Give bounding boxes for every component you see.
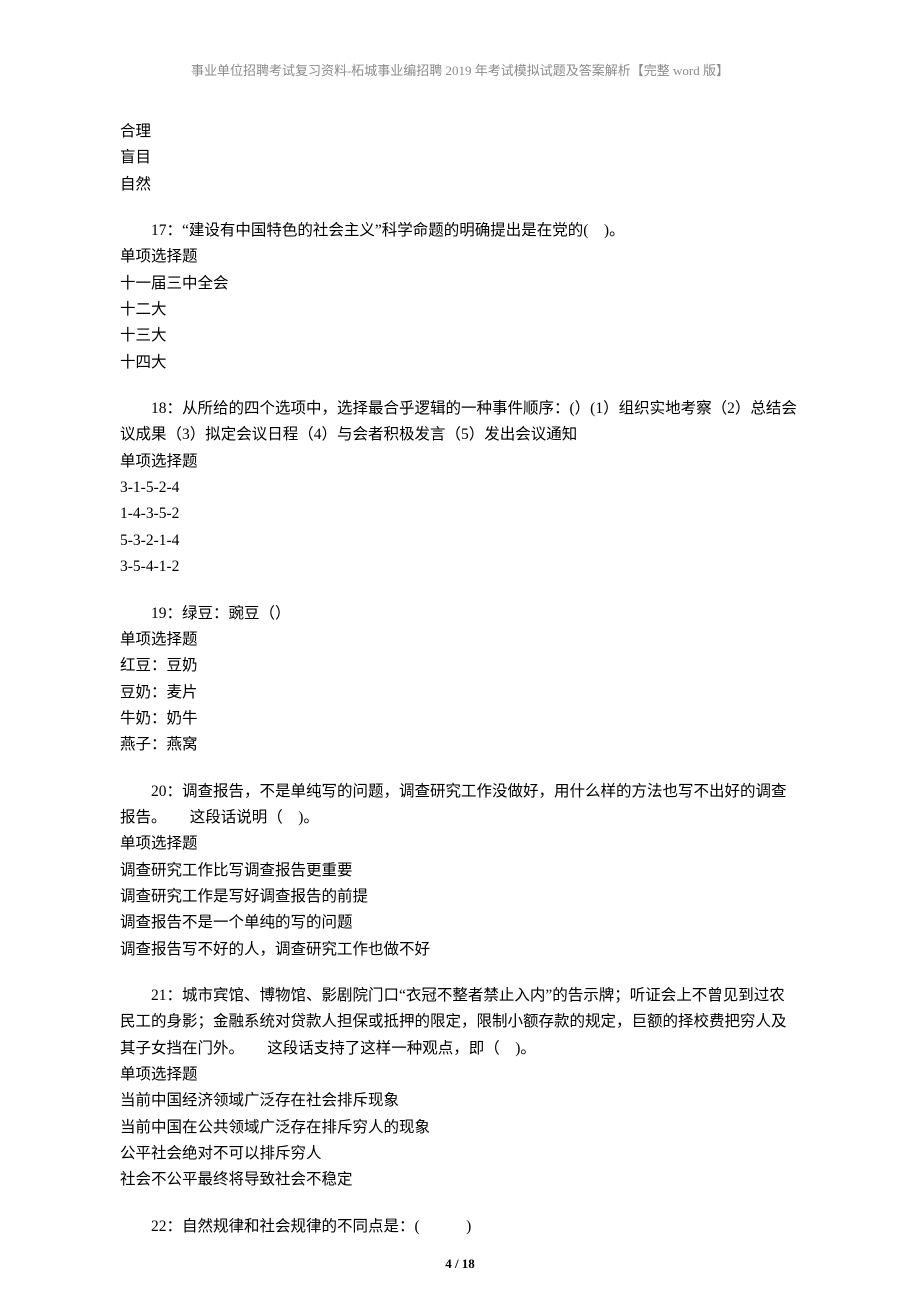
question-number: 19 [151, 605, 167, 622]
question-text: ：“建设有中国特色的社会主义”科学命题的明确提出是在党的( )。 [167, 222, 625, 239]
question-22: 22：自然规律和社会规律的不同点是：( ) [120, 1214, 800, 1240]
option-text: 调查研究工作是写好调查报告的前提 [120, 884, 800, 910]
question-text: ：绿豆：豌豆（） [167, 605, 291, 622]
option-text: 十二大 [120, 297, 800, 323]
option-text: 合理 [120, 119, 800, 145]
option-text: 燕子：燕窝 [120, 732, 800, 758]
question-number: 18 [151, 400, 167, 417]
question-18: 18：从所给的四个选项中，选择最合乎逻辑的一种事件顺序：(）(1）组织实地考察（… [120, 396, 800, 449]
question-number: 21 [151, 987, 167, 1004]
option-text: 当前中国经济领域广泛存在社会排斥现象 [120, 1088, 800, 1114]
question-19: 19：绿豆：豌豆（） [120, 601, 800, 627]
option-text: 5-3-2-1-4 [120, 528, 800, 554]
option-text: 盲目 [120, 145, 800, 171]
option-text: 3-1-5-2-4 [120, 475, 800, 501]
option-text: 十四大 [120, 350, 800, 376]
option-text: 调查报告不是一个单纯的写的问题 [120, 910, 800, 936]
question-21: 21：城市宾馆、博物馆、影剧院门口“衣冠不整者禁止入内”的告示牌；听证会上不曾见… [120, 983, 800, 1062]
question-text: ：从所给的四个选项中，选择最合乎逻辑的一种事件顺序：(）(1）组织实地考察（2）… [120, 400, 797, 443]
option-text: 调查报告写不好的人，调查研究工作也做不好 [120, 937, 800, 963]
question-17: 17：“建设有中国特色的社会主义”科学命题的明确提出是在党的( )。 [120, 218, 800, 244]
question-text: ：城市宾馆、博物馆、影剧院门口“衣冠不整者禁止入内”的告示牌；听证会上不曾见到过… [120, 987, 787, 1057]
page-header: 事业单位招聘考试复习资料-柘城事业编招聘 2019 年考试模拟试题及答案解析【完… [120, 60, 800, 79]
question-type: 单项选择题 [120, 1062, 800, 1088]
question-type: 单项选择题 [120, 831, 800, 857]
option-text: 1-4-3-5-2 [120, 501, 800, 527]
question-type: 单项选择题 [120, 449, 800, 475]
option-text: 公平社会绝对不可以排斥穷人 [120, 1141, 800, 1167]
question-20: 20：调查报告，不是单纯写的问题，调查研究工作没做好，用什么样的方法也写不出好的… [120, 779, 800, 832]
option-text: 十一届三中全会 [120, 271, 800, 297]
document-content: 合理 盲目 自然 17：“建设有中国特色的社会主义”科学命题的明确提出是在党的(… [120, 119, 800, 1240]
page-footer: 4 / 18 [0, 1256, 920, 1272]
option-text: 自然 [120, 172, 800, 198]
question-type: 单项选择题 [120, 627, 800, 653]
option-text: 当前中国在公共领域广泛存在排斥穷人的现象 [120, 1115, 800, 1141]
option-text: 社会不公平最终将导致社会不稳定 [120, 1167, 800, 1193]
option-text: 3-5-4-1-2 [120, 554, 800, 580]
question-number: 17 [151, 222, 167, 239]
option-text: 牛奶：奶牛 [120, 706, 800, 732]
question-number: 20 [151, 783, 167, 800]
option-text: 红豆：豆奶 [120, 653, 800, 679]
question-type: 单项选择题 [120, 244, 800, 270]
page-total: / 18 [452, 1256, 475, 1271]
question-text: ：调查报告，不是单纯写的问题，调查研究工作没做好，用什么样的方法也写不出好的调查… [120, 783, 787, 826]
question-text: ：自然规律和社会规律的不同点是：( ) [167, 1218, 472, 1235]
question-number: 22 [151, 1218, 167, 1235]
option-text: 豆奶：麦片 [120, 680, 800, 706]
option-text: 调查研究工作比写调查报告更重要 [120, 858, 800, 884]
option-text: 十三大 [120, 323, 800, 349]
